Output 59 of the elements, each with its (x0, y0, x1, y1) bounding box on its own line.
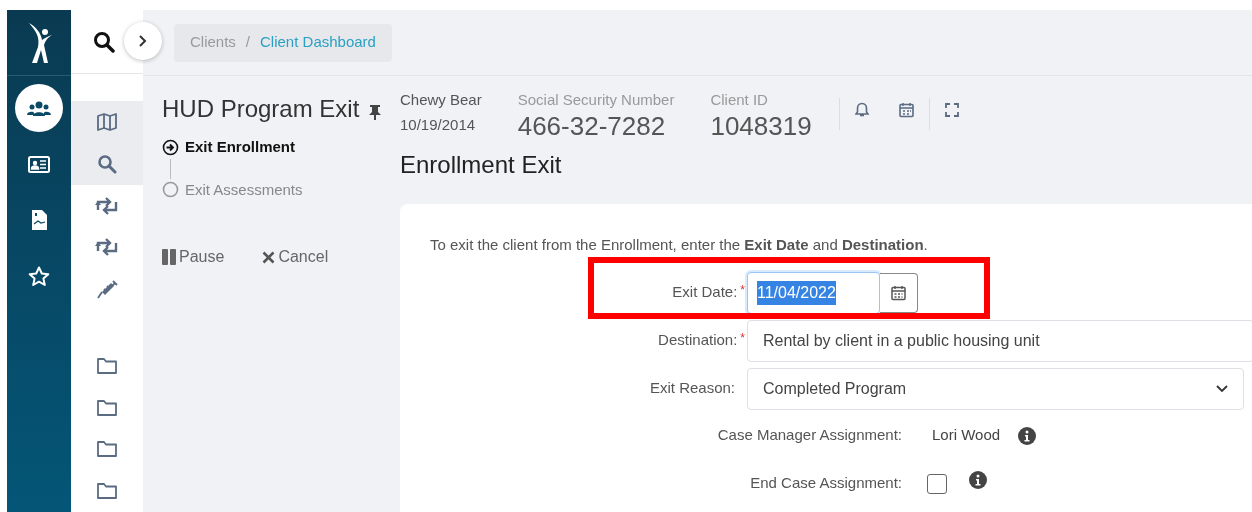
calendar-icon (891, 284, 906, 301)
field-label: Exit Reason: (648, 378, 736, 399)
checkbox[interactable] (927, 473, 947, 494)
nav-item[interactable] (15, 84, 63, 132)
breadcrumb-separator: / (245, 32, 251, 53)
field-label: Case Manager Assignment: (716, 425, 902, 446)
logo-icon (26, 22, 52, 63)
circle-icon (162, 181, 179, 199)
pause-icon (162, 249, 176, 265)
pause-button[interactable]: Pause (162, 245, 225, 269)
field-label: Destination: * (657, 330, 746, 351)
folder-icon (97, 482, 117, 501)
workflow-step[interactable]: Exit Enrollment (162, 136, 296, 159)
expand-button[interactable] (124, 22, 162, 60)
workflow-title: HUD Program Exit (162, 94, 360, 124)
page-title: Enrollment Exit (400, 150, 563, 180)
repeat-icon (95, 237, 119, 258)
star-icon (28, 265, 50, 287)
syringe-icon (96, 278, 118, 300)
field-label: Client ID (710, 90, 769, 110)
required-mark: * (740, 331, 745, 346)
people-icon (27, 99, 51, 117)
cancel-button[interactable]: Cancel (262, 245, 329, 269)
tool-button[interactable] (71, 101, 143, 143)
field-value: Lori Wood (932, 425, 1001, 446)
instruction-text: To exit the client from the Enrollment, enter the Exit Date and Destination. (430, 235, 929, 255)
ssn-value: 466-32-7282 (517, 110, 667, 142)
birth-date: 10/19/2014 (400, 115, 477, 135)
info-icon[interactable] (969, 470, 987, 489)
text-field[interactable]: Rental by client in a public housing unit (747, 319, 1252, 362)
folder-icon (97, 356, 117, 375)
workflow-step[interactable]: Exit Assessments (162, 178, 303, 201)
repeat-icon (95, 195, 119, 216)
fullscreen-icon[interactable] (944, 103, 959, 117)
chevron-right-icon (138, 34, 148, 48)
close-icon (262, 250, 276, 264)
client-id-value: 1048319 (710, 110, 812, 142)
field-label: Social Security Number (517, 90, 675, 110)
bell-icon[interactable] (854, 102, 869, 118)
select-field[interactable]: Completed Program (747, 367, 1244, 410)
chevron-down-icon (1216, 384, 1228, 393)
folder-icon (97, 440, 117, 459)
folder-icon (97, 398, 117, 417)
required-mark: * (740, 283, 745, 298)
search-icon (97, 153, 117, 174)
field-label: End Case Assignment: (749, 473, 902, 494)
calendar-button[interactable] (880, 272, 918, 313)
search-icon[interactable] (93, 30, 115, 53)
document-icon (30, 209, 48, 231)
arrow-circle-icon (162, 138, 179, 156)
field-label: Exit Date: * (671, 282, 746, 303)
date-field[interactable]: 11/04/2022 (747, 271, 880, 314)
id-card-icon (28, 155, 50, 173)
info-icon[interactable] (1018, 426, 1037, 445)
map-icon (97, 112, 117, 133)
tool-button[interactable] (71, 142, 143, 185)
client-name: Chewy Bear (400, 90, 482, 110)
calendar-icon[interactable] (898, 102, 914, 118)
pin-icon[interactable] (369, 104, 381, 120)
